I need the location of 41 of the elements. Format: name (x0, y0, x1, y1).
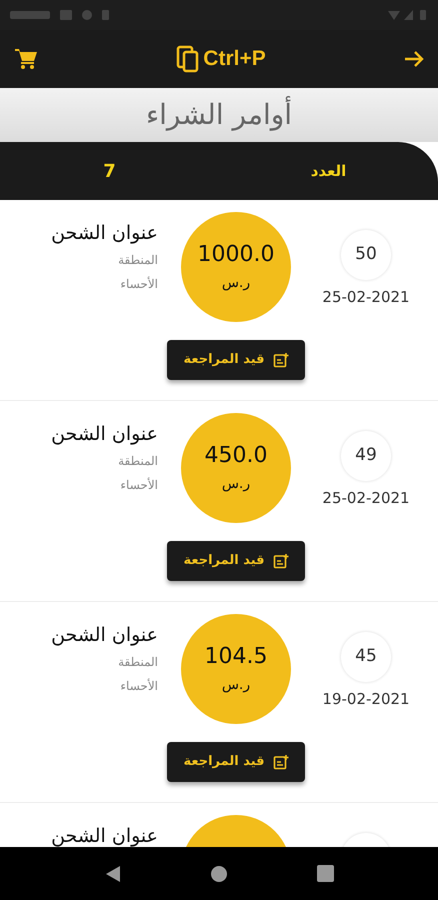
amount: 104.5 (204, 643, 268, 671)
note-add-icon (272, 553, 289, 569)
logo-text: Ctrl+P (203, 46, 266, 72)
count-value: 7 (102, 160, 117, 184)
logo-icon (176, 45, 200, 73)
shipping-title: عنوان الشحن (51, 623, 158, 648)
region-label: المنطقة (118, 252, 158, 269)
note-add-icon (272, 754, 289, 770)
home-icon[interactable] (210, 864, 228, 882)
order-number: 50 (355, 243, 377, 266)
arrow-right-icon[interactable] (404, 50, 424, 68)
region-value: الأحساء (120, 476, 158, 494)
amount: 450.0 (204, 442, 268, 470)
shipping-title: عنوان الشحن (51, 422, 158, 447)
recents-icon[interactable] (316, 865, 334, 882)
count-label: العدد (310, 160, 348, 182)
cart-icon[interactable] (14, 48, 38, 70)
status-button[interactable]: قيد المراجعة (167, 742, 305, 782)
order-number: 45 (355, 645, 377, 668)
currency: ر.س (222, 475, 250, 494)
order-date: 25-02-2021 (322, 287, 410, 308)
status-button[interactable]: قيد المراجعة (167, 340, 305, 380)
order-number: 49 (355, 444, 377, 468)
currency: ر.س (222, 676, 250, 695)
region-value: الأحساء (120, 678, 158, 695)
status-button[interactable]: قيد المراجعة (167, 541, 305, 581)
back-icon[interactable] (104, 864, 120, 882)
region-label: المنطقة (118, 453, 158, 470)
shipping-title: عنوان الشحن (51, 824, 158, 847)
note-add-icon (272, 352, 289, 368)
notification-icon (60, 10, 72, 20)
shipping-title: عنوان الشحن (51, 221, 158, 246)
signal-battery-icons (388, 9, 428, 21)
order-date: 19-02-2021 (322, 689, 410, 710)
clock-blur-icon (10, 11, 50, 19)
amount: 1000.0 (198, 241, 274, 269)
page-title: أوامر الشراء (146, 95, 292, 133)
region-label: المنطقة (118, 654, 158, 671)
currency: ر.س (222, 274, 250, 293)
order-date: 25-02-2021 (322, 488, 410, 509)
region-value: الأحساء (120, 276, 158, 293)
